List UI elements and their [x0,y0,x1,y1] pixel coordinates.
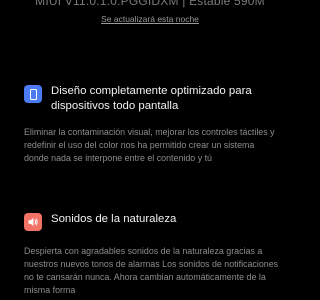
version-header: MIUI V11.0.1.0.PGGIDXM | Estable 590M [35,0,265,8]
speaker-glyph [28,218,38,226]
speaker-sound-icon [24,213,42,231]
feature-title: Diseño completamente optimizado para dis… [51,85,252,112]
feature-fullscreen-design: Diseño completamente optimizado para dis… [24,84,280,165]
feature-header: Sonidos de la naturaleza [24,212,280,231]
feature-title: Sonidos de la naturaleza [51,213,177,225]
feature-nature-sounds: Sonidos de la naturaleza Despierta con a… [24,212,280,297]
fullscreen-phone-icon [24,85,42,103]
feature-description: Eliminar la contaminación visual, mejora… [24,127,275,163]
phone-outline [29,88,37,100]
auto-update-link[interactable]: Se actualizará esta noche [0,14,300,24]
feature-header: Diseño completamente optimizado para dis… [24,84,280,114]
feature-description: Despierta con agradables sonidos de la n… [24,246,279,295]
